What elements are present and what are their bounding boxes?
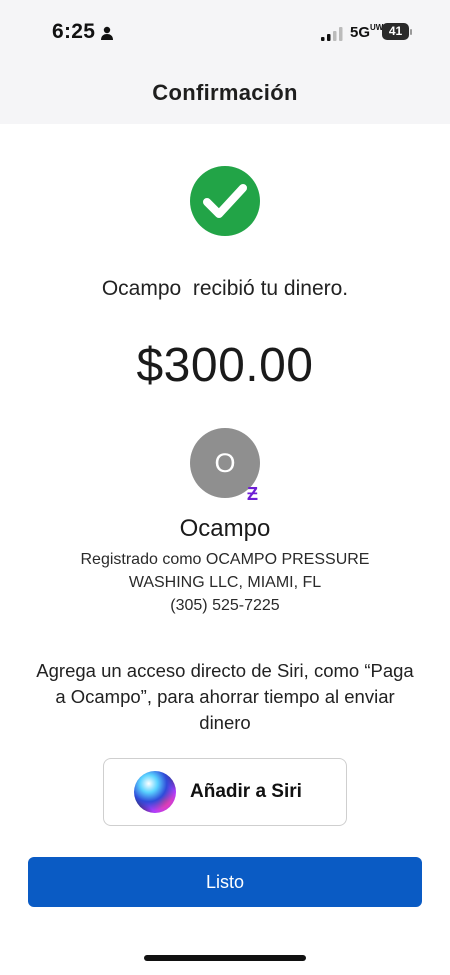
- battery-nub: [410, 29, 412, 35]
- recipient-name: Ocampo: [179, 515, 271, 542]
- zelle-icon: Ƶ: [247, 484, 258, 504]
- page-title: Confirmación: [152, 80, 298, 105]
- amount: $300.00: [136, 339, 314, 392]
- nav-bar: Confirmación: [0, 64, 450, 124]
- network-type: 5G: [350, 24, 371, 41]
- add-to-siri-label: Añadir a Siri: [190, 781, 302, 802]
- done-button[interactable]: Listo: [28, 857, 422, 907]
- cellular-signal-icon: [321, 27, 343, 41]
- person-icon: [101, 26, 113, 40]
- recipient-phone: (305) 525-7225: [170, 597, 280, 614]
- success-check-icon: [190, 166, 260, 236]
- registered-name-line-2: WASHING LLC, MIAMI, FL: [128, 574, 322, 591]
- done-button-label: Listo: [205, 872, 245, 892]
- status-bar: 6:25 5GUW 41: [0, 0, 450, 64]
- add-to-siri-button[interactable]: Añadir a Siri: [103, 758, 347, 826]
- network-indicator: 5GUW: [350, 23, 383, 41]
- received-message: Ocampo recibió tu dinero.: [101, 277, 349, 300]
- registered-name-line-1: Registrado como OCAMPO PRESSURE: [80, 551, 370, 568]
- battery-icon: 41: [382, 23, 409, 40]
- siri-icon: [134, 771, 176, 813]
- siri-prompt: Agrega un acceso directo de Siri, como “…: [36, 660, 414, 733]
- home-indicator[interactable]: [144, 955, 306, 961]
- status-time: 6:25: [52, 20, 96, 43]
- battery-level: 41: [388, 24, 403, 38]
